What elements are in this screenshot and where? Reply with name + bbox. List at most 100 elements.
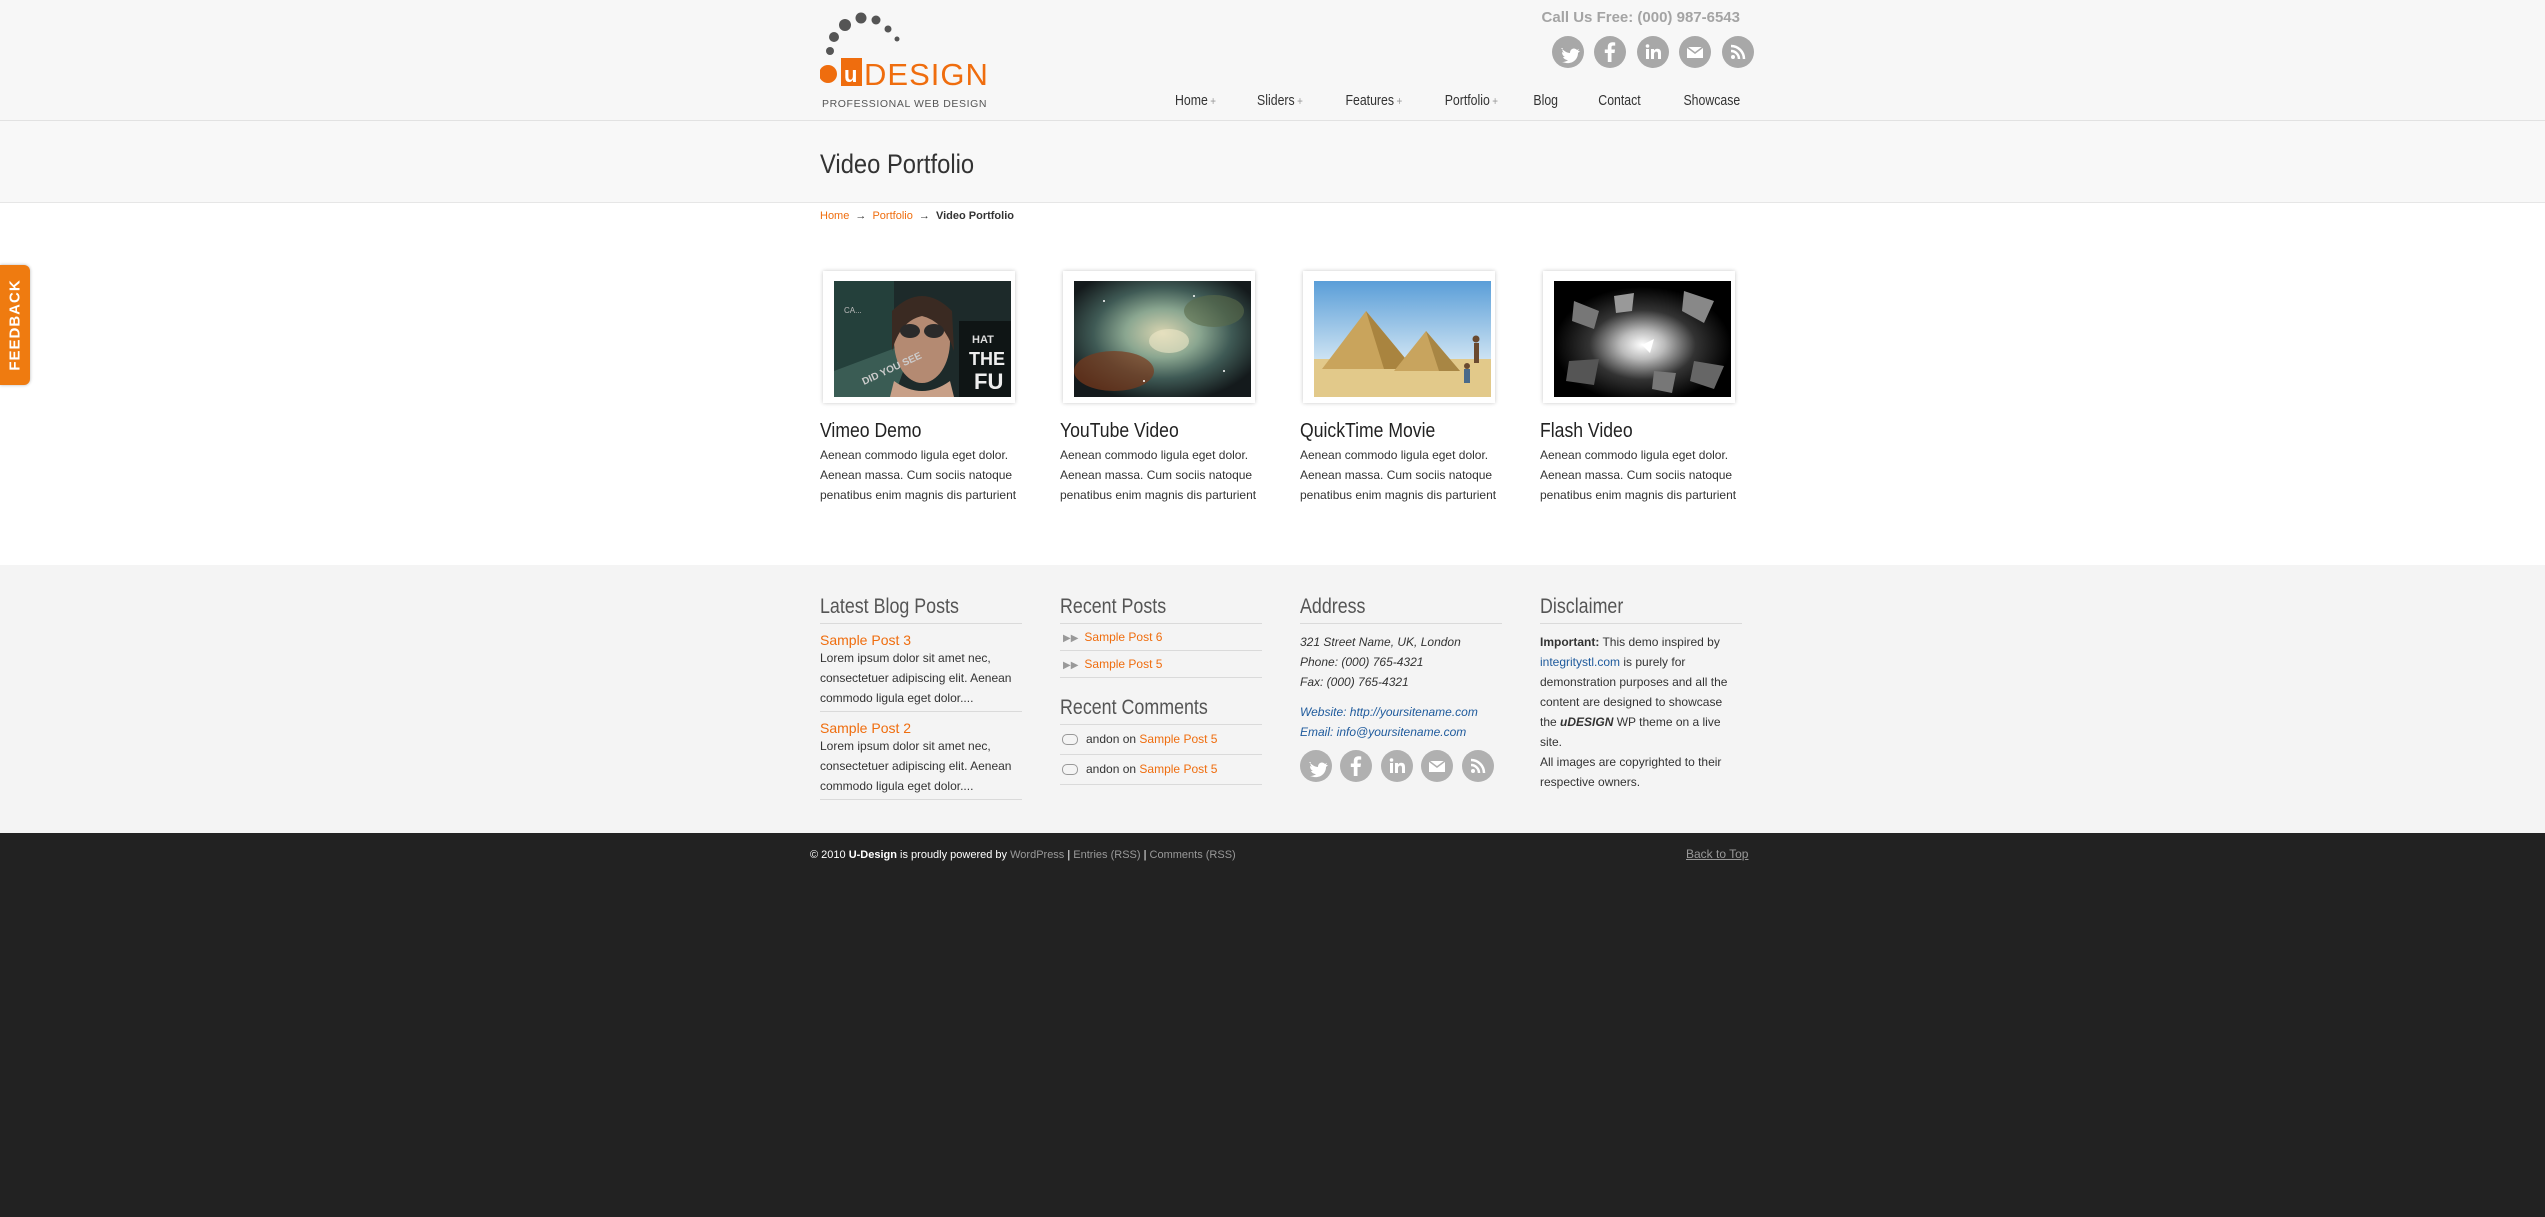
footer-widgets: Latest Blog Posts Sample Post 3 Lorem ip…: [0, 565, 2545, 833]
feedback-label: FEEDBACK: [6, 279, 24, 371]
youtube-video-thumbnail[interactable]: [1074, 281, 1251, 397]
portfolio-item: Flash Video Aenean commodo ligula eget d…: [1540, 271, 1745, 505]
recent-post-link[interactable]: Sample Post 5: [1084, 657, 1162, 671]
comment-author: andon: [1086, 732, 1120, 746]
portfolio-thumbnail-frame[interactable]: HAT THE FU CA... DID YOU SEE: [823, 271, 1015, 403]
breadcrumb-arrow-icon: →: [918, 210, 930, 222]
portfolio-item-title[interactable]: YouTube Video: [1060, 420, 1240, 443]
latest-blog-posts-widget: Latest Blog Posts Sample Post 3 Lorem ip…: [820, 595, 1022, 800]
logo-tagline: PROFESSIONAL WEB DESIGN: [822, 98, 988, 110]
nav-item-sliders[interactable]: Sliders +: [1257, 92, 1303, 109]
nav-label: Features: [1345, 92, 1394, 109]
copyright-prefix: © 2010: [810, 849, 849, 861]
nav-item-blog[interactable]: Blog: [1534, 92, 1559, 109]
phone-number: Call Us Free: (000) 987-6543: [1541, 9, 1740, 26]
copyright: © 2010 U-Design is proudly powered by Wo…: [810, 849, 1236, 861]
double-arrow-icon: ▶▶: [1063, 660, 1079, 671]
nav-label: Sliders: [1256, 92, 1295, 109]
vimeo-demo-thumbnail[interactable]: HAT THE FU CA... DID YOU SEE: [834, 281, 1011, 397]
feedback-tab[interactable]: FEEDBACK: [0, 265, 30, 385]
comment-author: andon: [1086, 762, 1120, 776]
logo-mark: u DESIGN: [819, 12, 988, 92]
portfolio-thumbnail-frame[interactable]: [1063, 271, 1255, 403]
portfolio-item: QuickTime Movie Aenean commodo ligula eg…: [1300, 271, 1505, 505]
portfolio-item-description: Aenean commodo ligula eget dolor. Aenean…: [820, 448, 1017, 502]
portfolio-item-title[interactable]: Vimeo Demo: [820, 420, 1000, 443]
back-to-top-link[interactable]: Back to Top: [1686, 847, 1748, 861]
portfolio-item-description: Aenean commodo ligula eget dolor. Aenean…: [1540, 448, 1737, 502]
address-website-link[interactable]: Website: http://yoursitename.com: [1300, 702, 1502, 722]
nav-item-home[interactable]: Home +: [1175, 92, 1216, 109]
footer-brand: U-Design: [848, 849, 897, 861]
nav-item-contact[interactable]: Contact: [1598, 92, 1640, 109]
site-header: u DESIGN PROFESSIONAL WEB DESIGN Call Us…: [0, 0, 2545, 121]
widget-title: Recent Posts: [1060, 595, 1262, 624]
portfolio-thumbnail-frame[interactable]: [1303, 271, 1495, 403]
address-street: 321 Street Name, UK, London: [1300, 635, 1461, 649]
linkedin-icon[interactable]: [1380, 750, 1413, 782]
linkedin-icon[interactable]: [1636, 36, 1669, 68]
recent-posts-widget: Recent Posts ▶▶ Sample Post 6 ▶▶ Sample Po…: [1060, 595, 1262, 785]
page-title: Video Portfolio: [820, 149, 975, 179]
disclaimer-text: Important: This demo inspired by integri…: [1540, 632, 1742, 752]
logo[interactable]: u DESIGN PROFESSIONAL WEB DESIGN: [819, 10, 995, 115]
breadcrumb-portfolio-link[interactable]: Portfolio: [872, 210, 912, 222]
portfolio-thumbnail-frame[interactable]: [1543, 271, 1735, 403]
svg-text:FU: FU: [974, 369, 1003, 394]
facebook-icon[interactable]: [1594, 36, 1627, 68]
rss-icon[interactable]: [1721, 36, 1754, 68]
twitter-icon[interactable]: [1552, 36, 1584, 68]
breadcrumb: Home → Portfolio → Video Portfolio: [820, 210, 1014, 222]
address-widget: Address 321 Street Name, UK, London Phon…: [1300, 595, 1502, 784]
separator: |: [1140, 849, 1150, 861]
portfolio-item-title[interactable]: Flash Video: [1540, 420, 1720, 443]
wordpress-link[interactable]: WordPress: [1010, 849, 1064, 861]
powered-by-text: is proudly powered by: [896, 849, 1011, 861]
nav-item-features[interactable]: Features +: [1345, 92, 1402, 109]
flash-video-thumbnail[interactable]: [1554, 281, 1731, 397]
disclaimer-link[interactable]: integritystl.com: [1540, 655, 1620, 669]
list-item: ▶▶ Sample Post 6: [1060, 624, 1262, 651]
nav-item-showcase[interactable]: Showcase: [1683, 92, 1740, 109]
separator: |: [1064, 849, 1074, 861]
address-fax: Fax: (000) 765-4321: [1300, 675, 1409, 689]
email-icon[interactable]: [1679, 36, 1712, 68]
main-content: Home → Portfolio → Video Portfolio HAT T…: [0, 203, 2545, 565]
submenu-plus-icon: +: [1396, 94, 1403, 108]
double-arrow-icon: ▶▶: [1063, 633, 1079, 644]
latest-post-link[interactable]: Sample Post 2: [820, 720, 1022, 736]
breadcrumb-current: Video Portfolio: [935, 210, 1014, 222]
widget-title: Latest Blog Posts: [820, 595, 1022, 624]
comment-post-link[interactable]: Sample Post 5: [1139, 762, 1217, 776]
comment-on-text: on: [1122, 732, 1137, 746]
comment-bubble-icon: [1062, 734, 1078, 746]
facebook-icon[interactable]: [1340, 750, 1373, 782]
disclaimer-text-part: This demo inspired by: [1599, 635, 1720, 649]
nav-label: Portfolio: [1444, 92, 1490, 109]
comments-rss-link[interactable]: Comments (RSS): [1150, 849, 1236, 861]
svg-text:THE: THE: [969, 349, 1005, 369]
latest-post-excerpt: Lorem ipsum dolor sit amet nec, consecte…: [820, 648, 1022, 712]
address-phone: Phone: (000) 765-4321: [1300, 655, 1424, 669]
rss-icon[interactable]: [1461, 750, 1494, 782]
quicktime-movie-thumbnail[interactable]: [1314, 281, 1491, 397]
email-icon[interactable]: [1421, 750, 1454, 782]
address-email-link[interactable]: Email: info@yoursitename.com: [1300, 722, 1502, 742]
portfolio-item-title[interactable]: QuickTime Movie: [1300, 420, 1480, 443]
disclaimer-important-label: Important:: [1540, 635, 1600, 649]
submenu-plus-icon: +: [1491, 94, 1498, 108]
latest-post-link[interactable]: Sample Post 3: [820, 632, 1022, 648]
entries-rss-link[interactable]: Entries (RSS): [1073, 849, 1140, 861]
widget-title: Recent Comments: [1060, 696, 1262, 725]
recent-post-link[interactable]: Sample Post 6: [1084, 630, 1162, 644]
portfolio-item-description: Aenean commodo ligula eget dolor. Aenean…: [1060, 448, 1257, 502]
comment-bubble-icon: [1062, 764, 1078, 776]
nav-item-portfolio[interactable]: Portfolio +: [1444, 92, 1497, 109]
comment-post-link[interactable]: Sample Post 5: [1139, 732, 1217, 746]
twitter-icon[interactable]: [1300, 750, 1332, 782]
disclaimer-brand: uDESIGN: [1560, 715, 1614, 729]
nav-label: Showcase: [1683, 92, 1740, 109]
submenu-plus-icon: +: [1210, 94, 1217, 108]
breadcrumb-home-link[interactable]: Home: [820, 210, 849, 222]
svg-text:HAT: HAT: [972, 334, 994, 346]
